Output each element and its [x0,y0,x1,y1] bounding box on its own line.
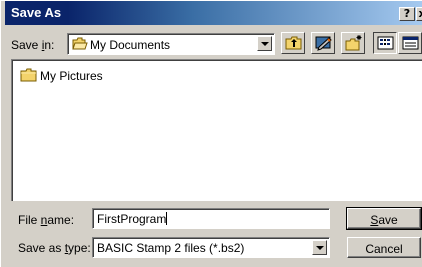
new-folder-icon [345,35,362,51]
details-view-icon [402,36,419,50]
file-list[interactable]: My Pictures [11,59,422,201]
help-button[interactable]: ? [399,7,415,21]
save-in-dropdown-button[interactable] [257,36,272,51]
list-view-button[interactable] [373,32,397,54]
save-as-type-value: BASIC Stamp 2 files (*.bs2) [97,241,245,255]
open-folder-icon [72,37,88,50]
new-folder-button[interactable] [341,32,365,54]
window-title: Save As [11,5,62,20]
up-one-level-icon [285,36,302,50]
save-as-type-label: Save as type: [18,241,91,255]
desktop-icon [315,36,332,51]
details-view-button[interactable] [398,32,422,54]
file-name-input[interactable]: FirstProgram [92,208,330,229]
cancel-button[interactable]: Cancel [347,237,421,258]
save-as-type-dropdown-button[interactable] [312,240,327,255]
save-button[interactable]: Save [346,207,422,230]
save-as-dialog: Save As ? x Save in: My Documents My Pic… [0,0,422,267]
save-as-type-combo[interactable]: BASIC Stamp 2 files (*.bs2) [92,237,330,258]
file-name-value: FirstProgram [97,212,168,226]
list-view-icon [377,36,394,50]
title-bar[interactable]: Save As ? x [5,1,422,25]
save-in-combo[interactable]: My Documents [67,33,275,55]
folder-icon [20,68,37,82]
save-in-value: My Documents [90,38,171,52]
save-in-label: Save in: [11,38,55,52]
file-name-label: File name: [18,213,75,227]
close-button[interactable]: x [416,7,422,21]
text-cursor [166,212,168,225]
up-one-level-button[interactable] [281,32,305,54]
desktop-button[interactable] [311,32,335,54]
list-item-label: My Pictures [40,69,103,83]
